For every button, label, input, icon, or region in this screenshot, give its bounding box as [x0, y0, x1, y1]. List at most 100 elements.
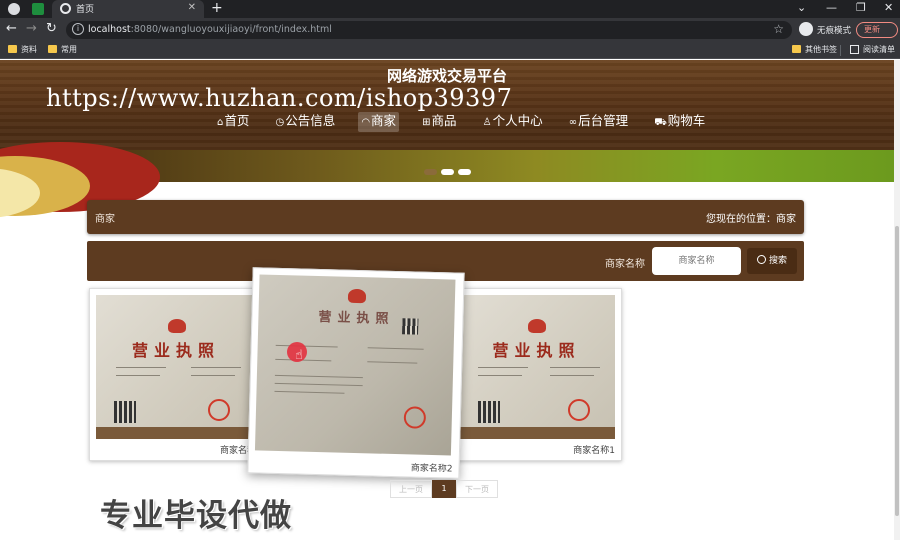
- url-text: localhost:8080/wangluoyouxijiaoyi/front/…: [88, 24, 332, 35]
- bookmarks-bar: 资料 常用 其他书签 阅读清单: [0, 42, 900, 59]
- nav-cart[interactable]: ⛟购物车: [651, 112, 708, 132]
- search-icon: [756, 255, 766, 264]
- section-title: 商家: [95, 214, 115, 225]
- reload-button[interactable]: ↻: [46, 22, 57, 36]
- restore-button[interactable]: ❐: [856, 0, 866, 16]
- browser-tab-bar: 首页 ✕ + ⌄ — ❐ ✕: [0, 0, 900, 18]
- link-icon: ∞: [568, 117, 578, 128]
- update-button[interactable]: 更新: [856, 22, 898, 38]
- search-label: 商家名称: [605, 259, 645, 270]
- business-license-image: 营业执照: [458, 295, 615, 439]
- nav-user-center[interactable]: ♙个人中心: [480, 112, 546, 132]
- hand-cursor-icon: ☝: [295, 348, 303, 363]
- business-license-image: 营业执照: [96, 295, 256, 439]
- bookmark-star-icon[interactable]: ☆: [773, 22, 784, 36]
- carousel-dot[interactable]: [440, 169, 454, 175]
- license-photo-edge: [458, 427, 615, 439]
- tab-close-icon[interactable]: ✕: [188, 2, 196, 13]
- breadcrumb: 您现在的位置：商家: [706, 214, 796, 225]
- merchant-name-input[interactable]: [652, 247, 741, 275]
- home-icon: ⌂: [217, 117, 224, 128]
- main-nav: ⌂首页 ◷公告信息 ◠商家 ⊞商品 ♙个人中心 ∞后台管理 ⛟购物车: [214, 110, 723, 132]
- qr-code-image: [114, 401, 136, 423]
- official-seal-image: [208, 399, 230, 421]
- promo-watermark: 专业毕设代做: [100, 498, 292, 534]
- goods-icon: ⊞: [422, 117, 431, 128]
- incognito-icon[interactable]: [799, 22, 813, 36]
- watermark-url: https://www.huzhan.com/ishop39397: [46, 84, 513, 112]
- forward-button[interactable]: →: [26, 22, 37, 36]
- new-tab-button[interactable]: +: [211, 0, 223, 16]
- emblem-icon: [347, 288, 367, 304]
- qr-code-image: [402, 318, 419, 335]
- license-text-line: [116, 367, 166, 368]
- search-button[interactable]: 搜索: [747, 248, 797, 274]
- close-window-button[interactable]: ✕: [884, 0, 893, 16]
- minimize-button[interactable]: —: [826, 0, 837, 16]
- official-seal-image: [403, 406, 427, 429]
- site-title: 网络游戏交易平台: [386, 67, 507, 85]
- sheets-tab-icon[interactable]: [32, 3, 44, 15]
- tab-home[interactable]: 首页 ✕: [52, 0, 204, 18]
- license-text-line: [116, 375, 160, 376]
- license-text-line: [478, 375, 522, 376]
- license-text-line: [367, 361, 418, 364]
- bookmark-folder-changyong[interactable]: 常用: [48, 44, 77, 55]
- incognito-label: 无痕模式: [817, 26, 852, 36]
- license-text-line: [191, 367, 241, 368]
- pagination: 上一页 1 下一页: [390, 480, 498, 498]
- scrollbar-thumb[interactable]: [895, 226, 899, 516]
- folder-icon: [48, 45, 57, 53]
- carousel-dot[interactable]: [457, 169, 471, 175]
- merchant-card[interactable]: 营业执照 商家名称1: [451, 288, 622, 461]
- reading-list-button[interactable]: 阅读清单: [850, 44, 895, 55]
- nav-home[interactable]: ⌂首页: [214, 112, 252, 132]
- cart-icon: ⛟: [654, 117, 667, 128]
- license-text-line: [478, 367, 528, 368]
- merchant-card[interactable]: 营业执照 商家名称: [89, 288, 263, 461]
- carousel-dot[interactable]: [423, 169, 437, 175]
- license-text-line: [367, 347, 424, 350]
- nav-merchants[interactable]: ◠商家: [358, 112, 400, 132]
- tab-search-icon[interactable]: ⌄: [797, 0, 806, 16]
- emblem-icon: [168, 319, 186, 333]
- clock-icon: ◷: [275, 117, 285, 128]
- license-text-line: [274, 374, 363, 379]
- license-text-line: [274, 382, 363, 387]
- next-page-button[interactable]: 下一页: [456, 480, 498, 498]
- folder-icon: [792, 45, 801, 53]
- license-text-line: [275, 344, 338, 348]
- license-text-line: [550, 367, 600, 368]
- prev-page-button[interactable]: 上一页: [390, 480, 432, 498]
- tab-title: 首页: [76, 5, 95, 15]
- bookmark-folder-ziliao[interactable]: 资料: [8, 44, 37, 55]
- emblem-icon: [528, 319, 546, 333]
- nav-goods[interactable]: ⊞商品: [419, 112, 459, 132]
- business-license-image: 营业执照: [254, 274, 456, 456]
- page-1-button[interactable]: 1: [432, 480, 456, 498]
- shop-icon: ◠: [361, 117, 371, 128]
- official-seal-image: [568, 399, 590, 421]
- reading-list-icon: [850, 45, 859, 54]
- back-button[interactable]: ←: [6, 22, 17, 36]
- license-heading-image: 营业执照: [131, 341, 220, 360]
- section-header: 商家 您现在的位置：商家: [87, 200, 804, 234]
- chrome-icon[interactable]: [8, 3, 20, 15]
- address-bar[interactable]: i localhost:8080/wangluoyouxijiaoyi/fron…: [66, 21, 792, 39]
- license-text-line: [550, 375, 594, 376]
- bookmark-folder-other[interactable]: 其他书签: [792, 44, 837, 55]
- web-page: 网络游戏交易平台 https://www.huzhan.com/ishop393…: [0, 60, 894, 540]
- license-heading-image: 营业执照: [492, 341, 581, 360]
- site-header: 网络游戏交易平台 https://www.huzhan.com/ishop393…: [0, 60, 894, 218]
- qr-code-image: [478, 401, 500, 423]
- nav-admin[interactable]: ∞后台管理: [566, 112, 631, 132]
- license-text-line: [191, 375, 235, 376]
- merchant-name: 商家名称1: [573, 446, 615, 456]
- folder-icon: [8, 45, 17, 53]
- nav-announcements[interactable]: ◷公告信息: [272, 112, 338, 132]
- license-photo-edge: [96, 427, 256, 439]
- site-info-icon[interactable]: i: [72, 23, 84, 35]
- merchant-card-hovered[interactable]: 营业执照 商家名称2: [247, 267, 465, 479]
- license-heading-image: 营业执照: [318, 309, 395, 327]
- user-icon: ♙: [482, 117, 492, 128]
